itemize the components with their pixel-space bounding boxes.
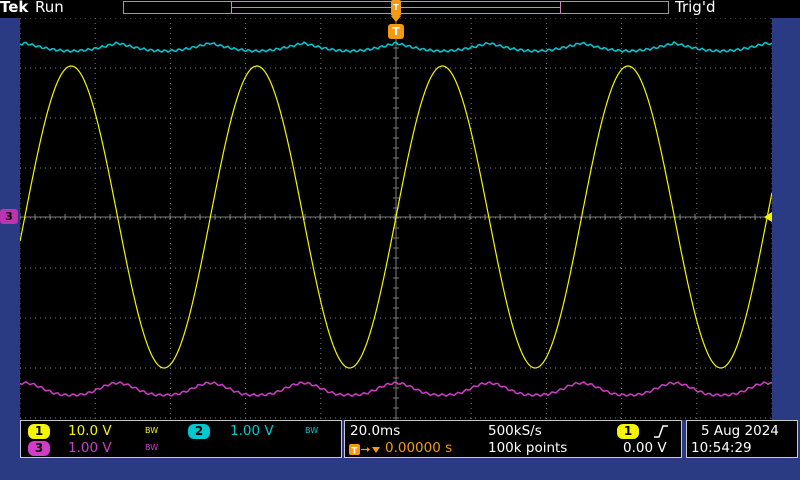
- ch1-bw-limit-icon: BW: [145, 426, 159, 435]
- sample-rate: 500kS/s: [488, 423, 542, 439]
- svg-text:T: T: [351, 447, 358, 457]
- trigger-level[interactable]: 0.00 V: [623, 440, 667, 456]
- trigger-pointer-icon: [391, 16, 401, 22]
- ch3-scale[interactable]: 1.00 V: [68, 440, 112, 456]
- trigger-delay-icon: T: [349, 444, 380, 457]
- ch2-bw-limit-icon: BW: [305, 426, 319, 435]
- ch3-bw-limit-icon: BW: [145, 443, 159, 452]
- datetime-panel: 5 Aug 2024 10:54:29: [686, 420, 798, 458]
- trigger-pointer: [391, 16, 401, 22]
- ch2-scale[interactable]: 1.00 V: [230, 423, 274, 439]
- ch1-scale[interactable]: 10.0 V: [68, 423, 112, 439]
- timebase-panel: 20.0ms 500kS/s T 0.00000 s 100k points 1…: [344, 420, 682, 458]
- horizontal-delay[interactable]: 0.00000 s: [385, 440, 452, 456]
- time-scale[interactable]: 20.0ms: [350, 423, 400, 439]
- ch3-badge[interactable]: 3: [28, 441, 50, 456]
- ch1-badge[interactable]: 1: [28, 424, 50, 439]
- time: 10:54:29: [691, 440, 752, 456]
- ch2-badge[interactable]: 2: [188, 424, 210, 439]
- trigger-source-badge[interactable]: 1: [617, 424, 639, 439]
- date: 5 Aug 2024: [701, 423, 779, 439]
- rising-edge-icon[interactable]: [651, 424, 671, 439]
- channel-panel: 1 10.0 V BW 2 1.00 V BW 3 1.00 V BW: [20, 420, 342, 458]
- record-length[interactable]: 100k points: [488, 440, 567, 456]
